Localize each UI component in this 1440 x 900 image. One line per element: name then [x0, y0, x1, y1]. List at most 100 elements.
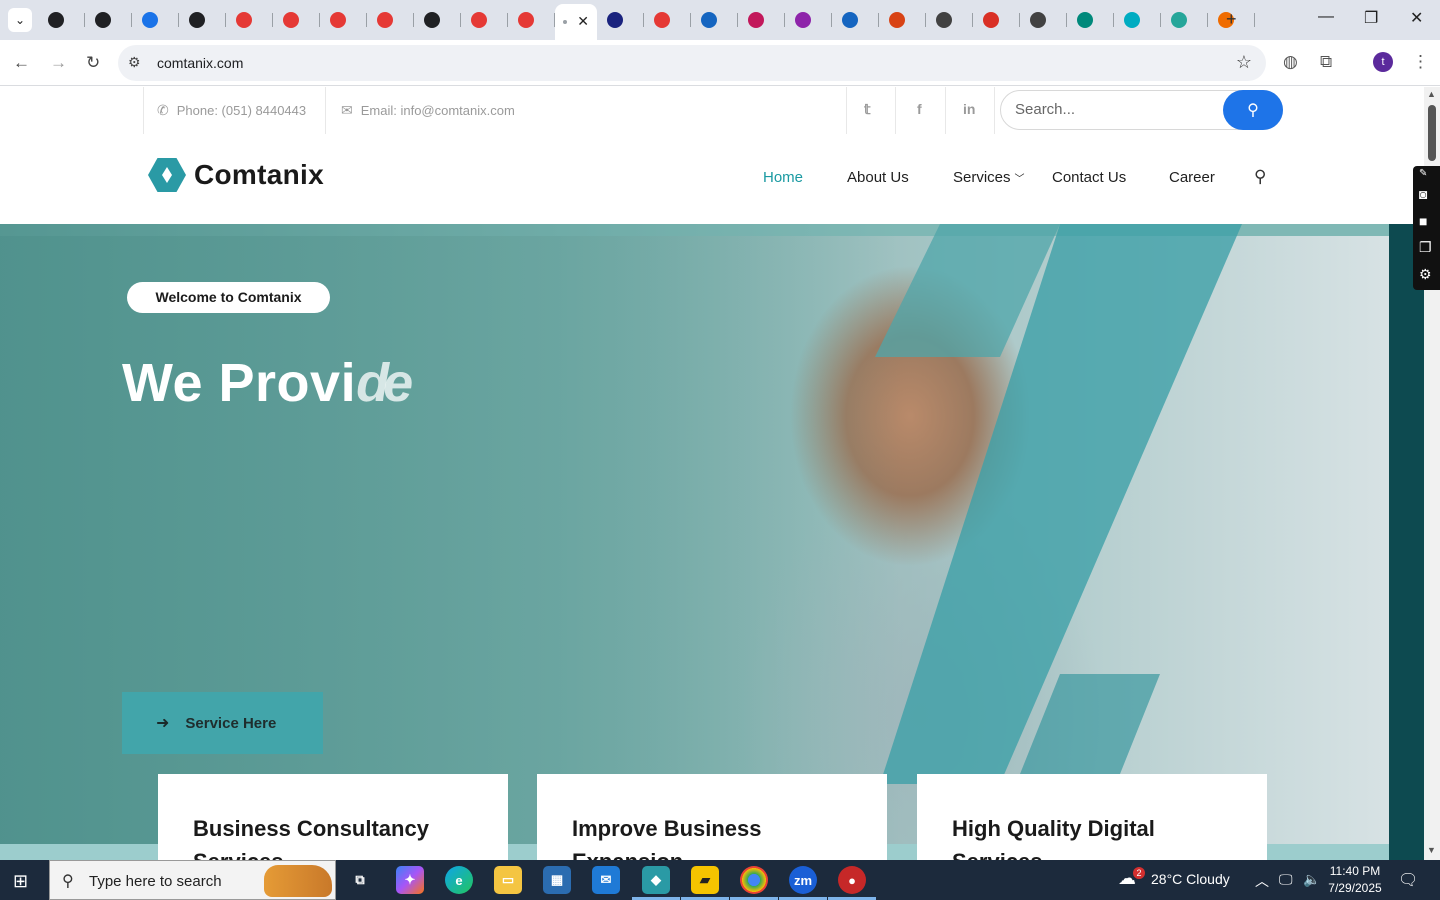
service-here-button[interactable]: ➜ Service Here [122, 692, 323, 754]
browser-tab[interactable] [1114, 8, 1161, 32]
nav-career[interactable]: Career [1169, 169, 1215, 186]
pen-icon[interactable]: ✎ [1419, 168, 1427, 179]
site-logo[interactable]: Comtanix [148, 158, 324, 192]
browser-tab[interactable] [879, 8, 926, 32]
maximize-icon[interactable]: ❐ [1364, 8, 1378, 28]
task-view-icon[interactable]: ⧉ [346, 866, 374, 894]
browser-tab[interactable] [367, 8, 414, 32]
facebook-icon[interactable]: f [917, 101, 922, 117]
profile-avatar[interactable]: t [1373, 52, 1393, 72]
service-cards: Business Consultancy Services Improve Bu… [0, 774, 1424, 860]
scroll-up-icon[interactable]: ▲ [1427, 89, 1436, 99]
browser-tab[interactable] [273, 8, 320, 32]
sticky-notes-icon[interactable]: ▰ [681, 866, 729, 900]
taskbar-search-box[interactable]: ⚲ Type here to search [49, 860, 336, 900]
microsoft-store-icon[interactable]: ▦ [543, 866, 571, 894]
nav-services[interactable]: Services ﹀ [953, 169, 1025, 186]
search-icon: ⚲ [62, 873, 74, 890]
phone-icon: ✆ [157, 102, 169, 118]
divider [846, 87, 847, 134]
camera-icon[interactable]: ◙ [1419, 186, 1427, 202]
header-search-icon[interactable]: ⚲ [1254, 167, 1266, 187]
reload-icon[interactable]: ↻ [86, 53, 100, 73]
window-icon[interactable]: ❐ [1419, 239, 1432, 256]
service-card[interactable]: Improve Business Expansion [537, 774, 887, 860]
browser-tab[interactable] [926, 8, 973, 32]
browser-tab[interactable] [461, 8, 508, 32]
mail-icon[interactable]: ✉ [592, 866, 620, 894]
browser-tab[interactable] [832, 8, 879, 32]
site-search-button[interactable]: ⚲ [1223, 90, 1283, 130]
extensions-icon[interactable]: ⧉ [1320, 52, 1332, 72]
browser-tab[interactable] [691, 8, 738, 32]
address-bar[interactable]: ⚙ comtanix.com ☆ [118, 45, 1266, 81]
x-cross-icon [607, 12, 623, 28]
minimize-icon[interactable]: — [1318, 8, 1334, 26]
url-text[interactable]: comtanix.com [157, 55, 243, 71]
file-explorer-icon[interactable]: ▭ [494, 866, 522, 894]
scroll-down-icon[interactable]: ▼ [1427, 845, 1436, 855]
screen-recorder-icon[interactable]: ● [828, 866, 876, 900]
windows-start-icon[interactable]: ⊞ [13, 871, 28, 892]
notifications-icon[interactable]: 🗨 [1398, 870, 1418, 890]
weather-text[interactable]: 28°C Cloudy [1151, 871, 1230, 887]
browser-tab-active[interactable]: ✕ [555, 4, 597, 40]
tray-chevron-up-icon[interactable]: ︿ [1255, 871, 1269, 891]
browser-tab[interactable] [973, 8, 1020, 32]
network-icon[interactable]: 🖵 [1279, 871, 1293, 888]
system-clock[interactable]: 11:40 PM 7/29/2025 [1322, 863, 1388, 897]
zoom-icon[interactable]: zm [779, 866, 827, 900]
browser-tab[interactable] [738, 8, 785, 32]
site-search-input[interactable] [1015, 101, 1215, 118]
browser-tab[interactable] [132, 8, 179, 32]
service-card[interactable]: Business Consultancy Services [158, 774, 508, 860]
browser-tab[interactable] [644, 8, 691, 32]
cta-label: Service Here [185, 714, 277, 732]
feather-icon [795, 12, 811, 28]
nav-contact-us[interactable]: Contact Us [1052, 169, 1126, 186]
browser-tab[interactable] [785, 8, 832, 32]
red-diamond-icon [283, 12, 299, 28]
browser-tab[interactable] [1161, 8, 1208, 32]
forward-icon[interactable]: → [50, 53, 67, 73]
close-tab-icon[interactable]: ✕ [577, 13, 589, 30]
browser-tab-bar: ⌄ ✕ + — ❐ ✕ [0, 0, 1440, 40]
site-info-icon[interactable]: ⚙ [128, 54, 141, 71]
translate-globe-icon[interactable]: ◍ [1283, 52, 1298, 72]
more-menu-icon[interactable]: ⋮ [1412, 52, 1429, 72]
nav-about-us[interactable]: About Us [847, 169, 909, 186]
settings-gear-icon[interactable]: ⚙ [1419, 266, 1432, 283]
email-text[interactable]: Email: info@comtanix.com [361, 103, 515, 118]
tab-search-menu-icon[interactable]: ⌄ [8, 8, 32, 32]
nav-home[interactable]: Home [763, 169, 803, 186]
browser-tab[interactable] [320, 8, 367, 32]
browser-tab[interactable] [508, 8, 555, 32]
browser-tab[interactable] [1020, 8, 1067, 32]
linkedin-icon[interactable]: in [963, 101, 975, 117]
browser-tab[interactable] [38, 8, 85, 32]
scrollbar-thumb[interactable] [1428, 105, 1436, 161]
back-icon[interactable]: ← [13, 53, 30, 73]
globe-icon [1030, 12, 1046, 28]
taskbar-search-text: Type here to search [89, 873, 222, 890]
windows-taskbar: ⊞ ⚲ Type here to search ⧉ ✦ e ▭ ▦ ✉ ◆ ▰ … [0, 860, 1440, 900]
comtanix-app-icon[interactable]: ◆ [632, 866, 680, 900]
volume-icon[interactable]: 🔈 [1303, 871, 1320, 888]
browser-tab[interactable] [1067, 8, 1114, 32]
browser-tab[interactable] [226, 8, 273, 32]
chevron-down-icon: ﹀ [1014, 174, 1025, 185]
edge-browser-icon[interactable]: e [445, 866, 473, 894]
chrome-icon[interactable] [730, 866, 778, 900]
browser-tab[interactable] [414, 8, 461, 32]
twitter-icon[interactable]: 𝕥 [864, 101, 871, 118]
service-card[interactable]: High Quality Digital Services [917, 774, 1267, 860]
copilot-icon[interactable]: ✦ [396, 866, 424, 894]
arrow-right-icon: ➜ [156, 715, 170, 732]
video-icon[interactable]: ■ [1419, 213, 1427, 229]
new-tab-icon[interactable]: + [1226, 9, 1237, 30]
browser-tab[interactable] [179, 8, 226, 32]
bookmark-star-icon[interactable]: ☆ [1236, 52, 1252, 73]
browser-tab[interactable] [597, 8, 644, 32]
browser-tab[interactable] [85, 8, 132, 32]
close-window-icon[interactable]: ✕ [1410, 8, 1423, 28]
